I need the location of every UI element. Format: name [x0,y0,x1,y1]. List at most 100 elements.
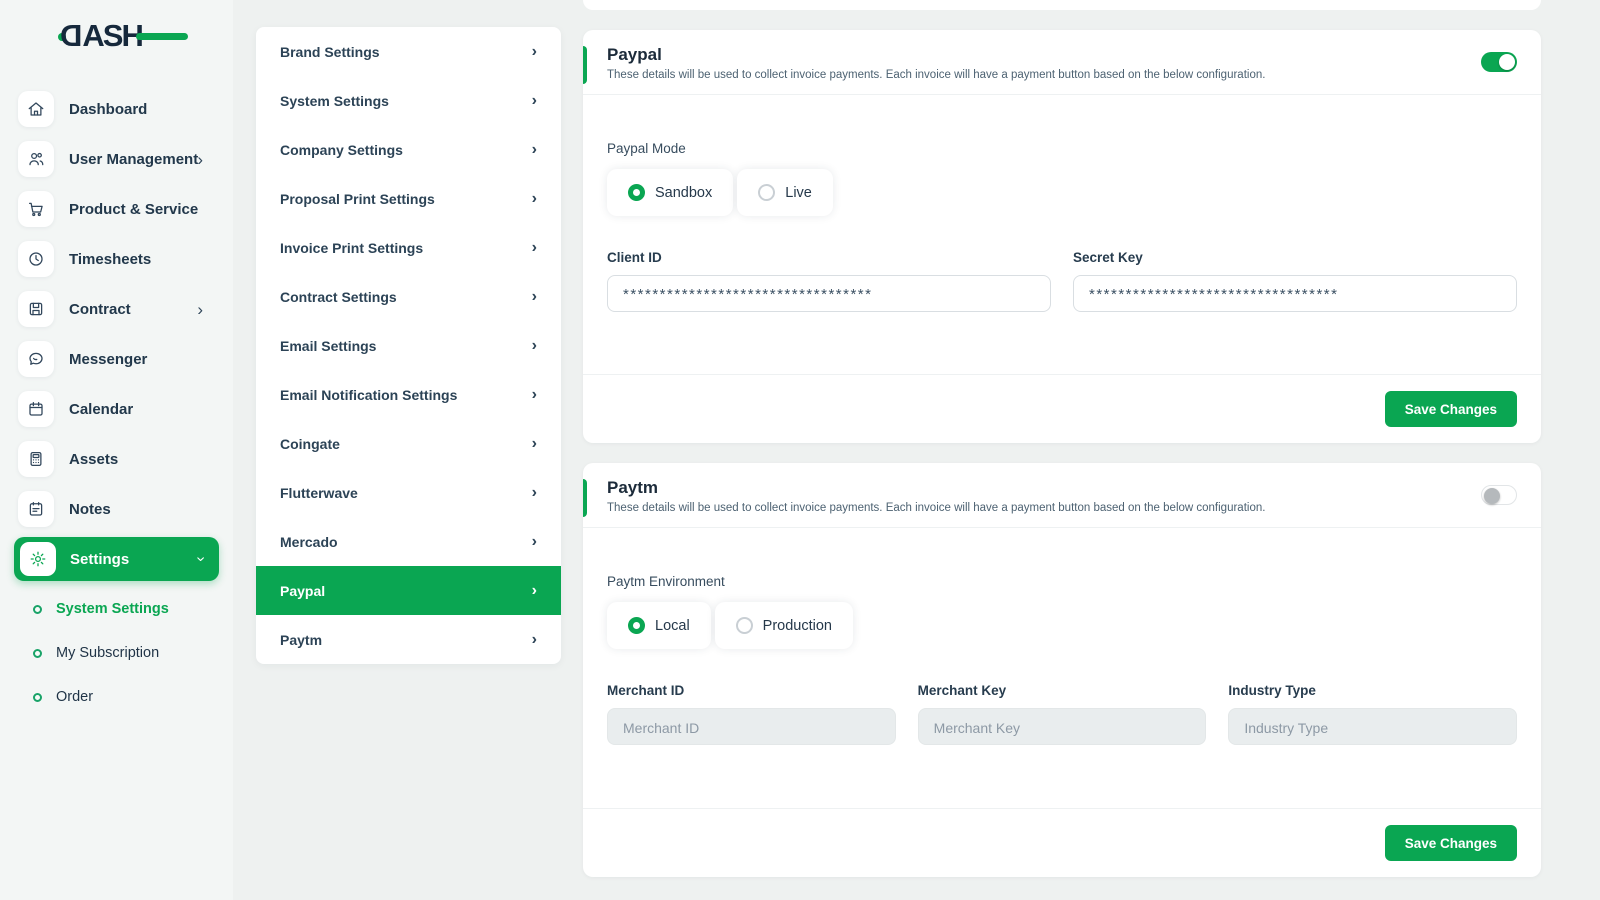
accent-bar [583,479,587,517]
sidebar-subitem-order[interactable]: Order [0,675,233,719]
subitem-label: Order [56,689,93,705]
chevron-right-icon: › [532,435,537,453]
bullet-icon [33,649,42,658]
menu-item-label: System Settings [280,93,389,109]
paytm-card-header: Paytm These details will be used to coll… [583,463,1541,528]
sidebar-item-settings[interactable]: Settings › [14,537,219,581]
calendar-icon [18,391,54,427]
sidebar-item-label: Assets [69,451,118,468]
paypal-card-body: Paypal Mode Sandbox Live Client ID Secre… [583,95,1541,312]
paytm-environment-label: Paytm Environment [607,574,1517,589]
menu-item-label: Contract Settings [280,289,397,305]
sidebar-subitem-my-subscription[interactable]: My Subscription [0,631,233,675]
paypal-card-footer: Save Changes [583,374,1541,443]
chevron-right-icon: › [532,631,537,649]
sidebar-item-assets[interactable]: Assets [0,434,233,484]
client-id-label: Client ID [607,250,1051,265]
radio-label: Local [655,618,690,634]
secret-key-input[interactable] [1073,275,1517,312]
sidebar: DASH Dashboard User Management › Product… [0,0,233,900]
clock-icon [18,241,54,277]
menu-item-proposal-print-settings[interactable]: Proposal Print Settings › [256,174,561,223]
paypal-fields: Client ID Secret Key [607,250,1517,312]
secret-key-field-group: Secret Key [1073,250,1517,312]
industry-type-label: Industry Type [1228,683,1517,698]
sidebar-item-label: Timesheets [69,251,151,268]
sidebar-item-dashboard[interactable]: Dashboard [0,84,233,134]
previous-card-edge [583,0,1541,10]
chevron-right-icon: › [532,533,537,551]
paytm-title: Paytm [607,478,1517,498]
merchant-id-label: Merchant ID [607,683,896,698]
menu-item-label: Flutterwave [280,485,358,501]
menu-item-email-notification-settings[interactable]: Email Notification Settings › [256,370,561,419]
menu-item-contract-settings[interactable]: Contract Settings › [256,272,561,321]
radio-unselected-icon [758,184,775,201]
sidebar-item-product-service[interactable]: Product & Service [0,184,233,234]
brand-logo[interactable]: DASH [62,18,142,54]
sidebar-item-timesheets[interactable]: Timesheets [0,234,233,284]
client-id-input[interactable] [607,275,1051,312]
sidebar-subitem-system-settings[interactable]: System Settings [0,587,233,631]
sidebar-item-contract[interactable]: Contract › [0,284,233,334]
sidebar-item-label: Settings [70,551,129,568]
sidebar-nav: Dashboard User Management › Product & Se… [0,84,233,719]
radio-option-sandbox[interactable]: Sandbox [607,169,733,216]
chat-icon [18,341,54,377]
menu-item-paytm[interactable]: Paytm › [256,615,561,664]
radio-label: Live [785,185,812,201]
client-id-field-group: Client ID [607,250,1051,312]
sidebar-item-user-management[interactable]: User Management › [0,134,233,184]
sidebar-item-label: Messenger [69,351,147,368]
sidebar-item-calendar[interactable]: Calendar [0,384,233,434]
accent-bar [583,46,587,84]
sidebar-item-label: Contract [69,301,131,318]
paypal-mode-label: Paypal Mode [607,141,1517,156]
menu-item-label: Email Settings [280,338,376,354]
radio-selected-icon [628,617,645,634]
paytm-enabled-toggle[interactable] [1481,485,1517,505]
menu-item-invoice-print-settings[interactable]: Invoice Print Settings › [256,223,561,272]
radio-option-production[interactable]: Production [715,602,853,649]
home-icon [18,91,54,127]
toggle-knob [1484,488,1500,504]
chevron-right-icon: › [532,190,537,208]
chevron-right-icon: › [532,386,537,404]
menu-item-brand-settings[interactable]: Brand Settings › [256,27,561,76]
menu-item-coingate[interactable]: Coingate › [256,419,561,468]
sidebar-item-notes[interactable]: Notes [0,484,233,534]
menu-item-label: Coingate [280,436,340,452]
chevron-right-icon: › [197,301,203,318]
cart-icon [18,191,54,227]
chevron-right-icon: › [197,151,203,168]
menu-item-mercado[interactable]: Mercado › [256,517,561,566]
toggle-knob [1499,54,1515,70]
menu-item-label: Email Notification Settings [280,387,457,403]
sidebar-item-label: Product & Service [69,201,198,218]
industry-type-input[interactable] [1228,708,1517,745]
secret-key-label: Secret Key [1073,250,1517,265]
paypal-mode-options: Sandbox Live [607,169,1517,216]
menu-item-paypal[interactable]: Paypal › [256,566,561,615]
paypal-save-button[interactable]: Save Changes [1385,391,1517,427]
chevron-right-icon: › [532,43,537,61]
paypal-enabled-toggle[interactable] [1481,52,1517,72]
menu-item-flutterwave[interactable]: Flutterwave › [256,468,561,517]
radio-option-live[interactable]: Live [737,169,833,216]
radio-unselected-icon [736,617,753,634]
gear-icon [20,542,56,576]
paytm-save-button[interactable]: Save Changes [1385,825,1517,861]
chevron-right-icon: › [532,92,537,110]
users-icon [18,141,54,177]
merchant-key-input[interactable] [918,708,1207,745]
menu-item-company-settings[interactable]: Company Settings › [256,125,561,174]
menu-item-system-settings[interactable]: System Settings › [256,76,561,125]
sidebar-item-label: Notes [69,501,111,518]
radio-option-local[interactable]: Local [607,602,711,649]
paytm-card-body: Paytm Environment Local Production Merch… [583,528,1541,745]
merchant-id-input[interactable] [607,708,896,745]
sidebar-item-messenger[interactable]: Messenger [0,334,233,384]
menu-item-email-settings[interactable]: Email Settings › [256,321,561,370]
notes-icon [18,491,54,527]
chevron-right-icon: › [532,141,537,159]
